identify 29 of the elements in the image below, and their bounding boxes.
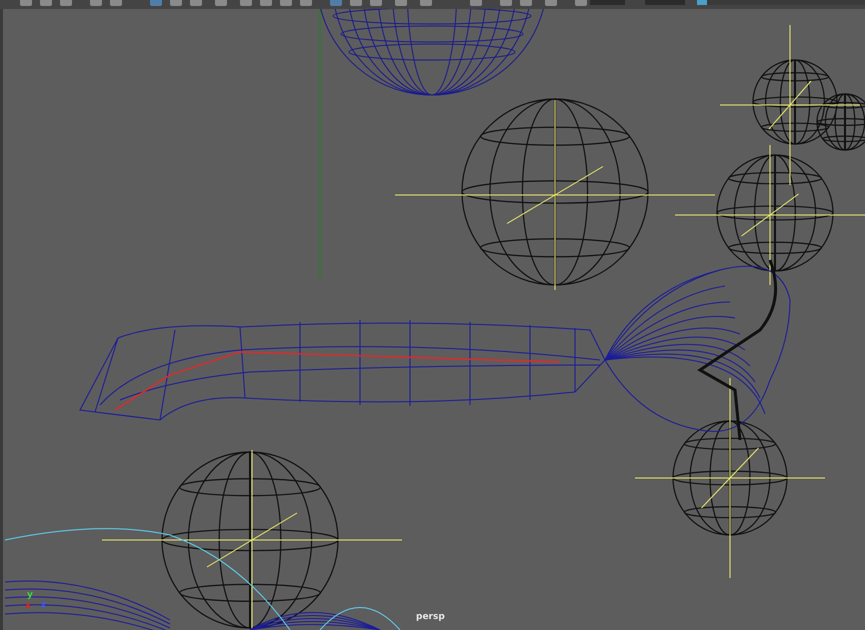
toolbar-icon[interactable] (110, 0, 122, 6)
toolbar-icon[interactable] (545, 0, 557, 6)
axis-label: x (25, 602, 31, 611)
toolbar-icon[interactable] (500, 0, 512, 6)
toolbar-icon[interactable] (395, 0, 407, 6)
number-field[interactable] (645, 0, 685, 5)
axis-label: z (41, 601, 46, 610)
toolbar-icon[interactable] (20, 0, 32, 6)
toolbar-icon[interactable] (40, 0, 52, 6)
toolbar-icon[interactable] (170, 0, 182, 6)
toolbar-icon[interactable] (330, 0, 342, 6)
toolbar-icon[interactable] (60, 0, 72, 6)
toolbar-icon[interactable] (300, 0, 312, 6)
toolbar-icon[interactable] (190, 0, 202, 6)
toolbar-icon[interactable] (240, 0, 252, 6)
number-field[interactable] (590, 0, 625, 5)
toolbar-icon[interactable] (260, 0, 272, 6)
toolbar-icon[interactable] (150, 0, 162, 6)
toolbar-icon[interactable] (90, 0, 102, 6)
toolbar-icon[interactable] (520, 0, 532, 6)
toolbar-icon[interactable] (470, 0, 482, 6)
color-space-field[interactable] (697, 0, 865, 5)
toolbar-icon[interactable] (575, 0, 587, 6)
toolbar-icon[interactable] (350, 0, 362, 6)
toolbar-icon[interactable] (215, 0, 227, 6)
toolbar-icon[interactable] (420, 0, 432, 6)
toolbar-icon[interactable] (370, 0, 382, 6)
toolbar-icon[interactable] (280, 0, 292, 6)
camera-label: persp (416, 612, 445, 622)
